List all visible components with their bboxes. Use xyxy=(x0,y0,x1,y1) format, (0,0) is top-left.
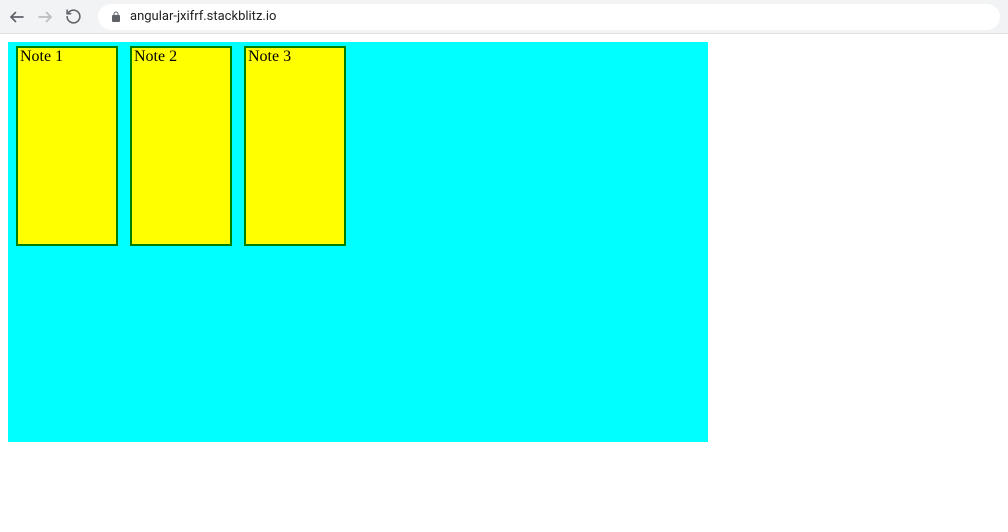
reload-icon[interactable] xyxy=(64,8,82,26)
forward-icon[interactable] xyxy=(36,8,54,26)
notes-board: Note 1 Note 2 Note 3 xyxy=(8,42,708,442)
back-icon[interactable] xyxy=(8,8,26,26)
note-label: Note 2 xyxy=(134,48,177,65)
page-viewport: Note 1 Note 2 Note 3 xyxy=(0,34,1008,450)
note-label: Note 3 xyxy=(248,48,291,65)
note-label: Note 1 xyxy=(20,48,63,65)
browser-address-bar: angular-jxifrf.stackblitz.io xyxy=(0,0,1008,34)
note-card[interactable]: Note 3 xyxy=(244,46,346,246)
address-url-text: angular-jxifrf.stackblitz.io xyxy=(130,9,276,24)
note-card[interactable]: Note 1 xyxy=(16,46,118,246)
lock-icon xyxy=(110,11,122,23)
note-card[interactable]: Note 2 xyxy=(130,46,232,246)
address-input[interactable]: angular-jxifrf.stackblitz.io xyxy=(98,4,1000,30)
